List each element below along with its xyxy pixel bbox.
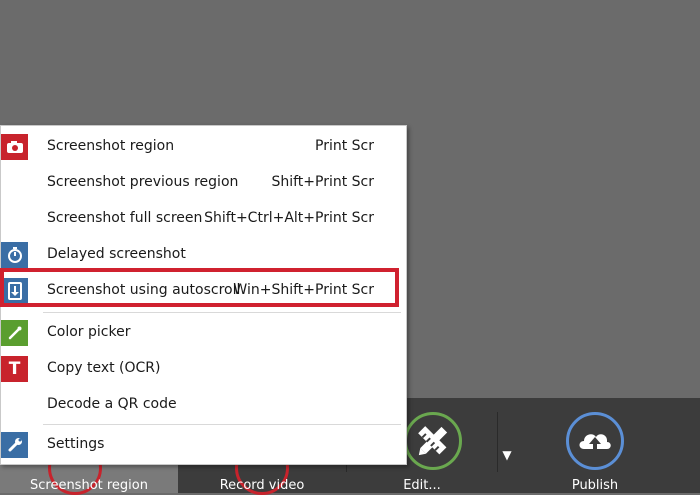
menu-item-copy-text-ocr[interactable]: T Copy text (OCR) xyxy=(1,350,406,386)
menu-item-color-picker[interactable]: Color picker xyxy=(1,314,406,350)
menu-item-screenshot-previous-region[interactable]: Screenshot previous region Shift+Print S… xyxy=(1,164,406,200)
menu-item-label: Delayed screenshot xyxy=(47,246,186,262)
menu-item-label: Screenshot full screen xyxy=(47,210,203,226)
menu-item-label: Screenshot previous region xyxy=(47,174,239,190)
screenshot-region-label: Screenshot region xyxy=(29,478,148,493)
menu-item-screenshot-full-screen[interactable]: Screenshot full screen Shift+Ctrl+Alt+Pr… xyxy=(1,200,406,236)
menu-item-shortcut: Shift+Print Scr xyxy=(271,174,374,190)
publish-ring-icon[interactable] xyxy=(566,412,624,470)
menu-item-decode-qr-code[interactable]: Decode a QR code xyxy=(1,386,406,422)
cloud-upload-icon xyxy=(579,434,611,449)
menu-item-shortcut: Print Scr xyxy=(315,138,374,154)
menu-item-label: Decode a QR code xyxy=(47,396,177,412)
menu-item-label: Color picker xyxy=(47,324,131,340)
menu-item-label: Settings xyxy=(47,436,105,452)
text-t-glyph: T xyxy=(8,359,21,379)
camera-icon xyxy=(1,134,28,160)
toolbar-divider xyxy=(497,412,498,472)
more-dropdown-arrow-icon[interactable]: ▼ xyxy=(498,448,516,462)
menu-separator xyxy=(43,424,401,425)
pencil-ruler-icon xyxy=(418,426,448,456)
menu-item-label: Screenshot region xyxy=(47,138,175,154)
text-t-icon: T xyxy=(1,356,28,382)
menu-item-screenshot-region[interactable]: Screenshot region Print Scr xyxy=(1,128,406,164)
menu-item-shortcut: Shift+Ctrl+Alt+Print Scr xyxy=(204,210,374,226)
menu-item-label: Copy text (OCR) xyxy=(47,360,161,376)
menu-separator xyxy=(43,312,401,313)
record-video-label: Record video xyxy=(219,478,305,493)
publish-label: Publish xyxy=(571,478,619,493)
edit-label: Edit... xyxy=(403,478,441,493)
edit-ring-icon[interactable] xyxy=(404,412,462,470)
menu-item-delayed-screenshot[interactable]: Delayed screenshot xyxy=(1,236,406,272)
eyedropper-icon xyxy=(1,320,28,346)
autoscroll-highlight-box xyxy=(0,268,399,307)
menu-item-settings[interactable]: Settings xyxy=(1,426,406,462)
stopwatch-icon xyxy=(1,242,28,268)
wrench-icon xyxy=(1,432,28,458)
